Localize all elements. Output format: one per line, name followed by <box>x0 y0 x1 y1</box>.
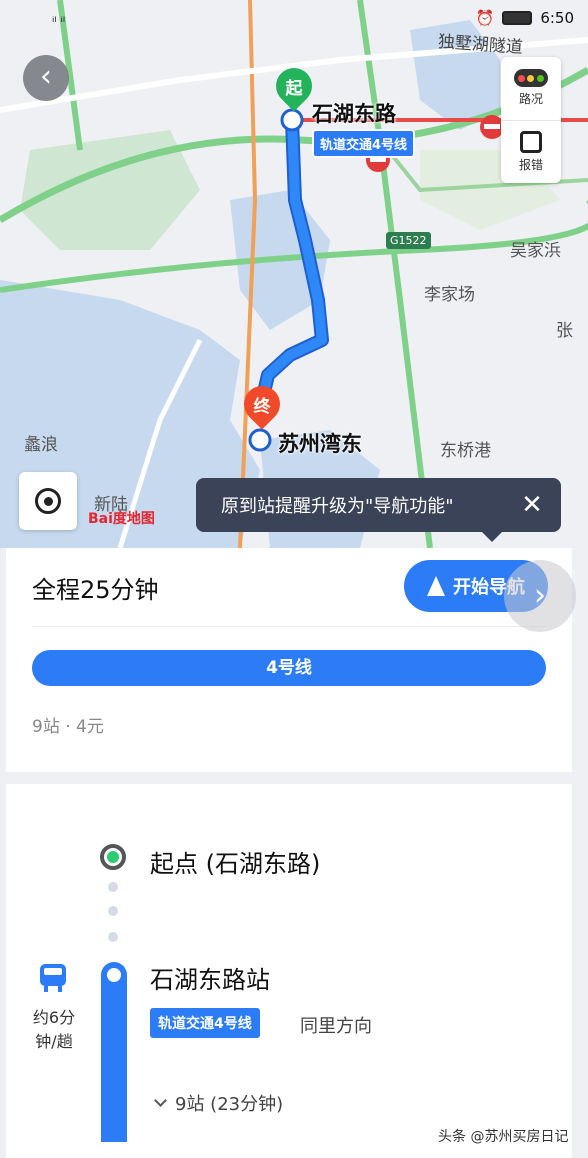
route-summary-card: 全程25分钟 开始导航 4号线 9站 · 4元 <box>6 548 572 772</box>
station-node <box>103 964 125 986</box>
watermark: 头条 @苏州买房日记 <box>438 1129 569 1145</box>
edit-icon <box>520 130 542 153</box>
traffic-button[interactable]: 路况 <box>501 57 561 120</box>
total-time: 全程25分钟 <box>32 576 159 604</box>
walk-dot <box>108 882 118 892</box>
frequency: 约6分 钟/趟 <box>32 1008 76 1051</box>
chevron-left-icon: ‹ <box>40 59 52 94</box>
close-icon[interactable]: ✕ <box>517 490 547 520</box>
report-label: 报错 <box>518 157 543 172</box>
end-pin[interactable]: 终 <box>236 378 288 432</box>
metro-route-rail <box>101 962 127 1142</box>
status-bar: ᵢₗ ᵢₗ ⏰ 6:50 <box>0 0 588 36</box>
chevron-down-icon <box>154 1094 167 1107</box>
stops-toggle[interactable]: 9站 (23分钟) <box>154 1090 284 1116</box>
map-label-town: 张 <box>556 321 573 341</box>
status-time: 6:50 <box>540 9 574 27</box>
signal-icons: ᵢₗ ᵢₗ <box>52 11 65 26</box>
locate-button[interactable] <box>19 472 77 530</box>
walk-dot <box>108 906 118 916</box>
line-pill[interactable]: 4号线 <box>32 650 546 686</box>
tooltip-text: 原到站提醒升级为"导航功能" <box>221 496 454 517</box>
report-button[interactable]: 报错 <box>501 119 561 184</box>
start-pin[interactable]: 起 <box>268 60 320 114</box>
arrival-reminder-tooltip: 原到站提醒升级为"导航功能" ✕ <box>196 478 561 542</box>
alarm-icon: ⏰ <box>475 9 495 27</box>
traffic-label: 路况 <box>518 92 543 107</box>
back-button[interactable]: ‹ <box>23 55 69 101</box>
line-chip[interactable]: 轨道交通4号线 <box>150 1008 260 1038</box>
chevron-right-icon: › <box>534 578 546 613</box>
line-tag: 轨道交通4号线 <box>312 129 416 158</box>
map-view[interactable]: ᵢₗ ᵢₗ ⏰ 6:50 ‹ 路况 报错 独墅湖隧道 吴家浜 李家场 东桥港 蠡… <box>0 0 588 548</box>
start-point-icon <box>100 844 126 870</box>
end-station-label: 苏州湾东 <box>278 432 362 456</box>
navigation-arrow-icon <box>427 576 445 596</box>
divider <box>32 626 546 627</box>
traffic-light-icon <box>514 69 548 88</box>
signal-icon: ᵢₗ ᵢₗ <box>52 10 66 26</box>
start-station-label: 石湖东路 <box>312 102 396 126</box>
expand-button[interactable]: › <box>504 560 576 632</box>
boarding-station: 石湖东路站 <box>150 966 270 994</box>
stops-label: 9站 (23分钟) <box>175 1094 284 1115</box>
metro-icon <box>40 964 66 992</box>
map-label-town: 李家场 <box>424 285 475 305</box>
walk-dot <box>108 932 118 942</box>
map-label-town: 东桥港 <box>440 441 491 461</box>
route-meta: 9站 · 4元 <box>32 717 104 737</box>
map-tools: 路况 报错 <box>501 57 561 183</box>
map-label-town: 吴家浜 <box>510 241 561 261</box>
direction: 同里方向 <box>300 1016 372 1037</box>
map-label-town: 蠡浪 <box>24 435 58 455</box>
route-steps-card: 起点 (石湖东路) 约6分 钟/趟 石湖东路站 轨道交通4号线 同里方向 9站 … <box>6 784 572 1158</box>
highway-badge: G1522 <box>386 232 431 249</box>
battery-icon <box>502 11 533 25</box>
baidu-map-logo: Bai度地图 <box>88 511 155 527</box>
status-right: ⏰ 6:50 <box>476 9 574 27</box>
locate-icon <box>35 488 61 514</box>
start-point-label: 起点 (石湖东路) <box>150 850 321 878</box>
